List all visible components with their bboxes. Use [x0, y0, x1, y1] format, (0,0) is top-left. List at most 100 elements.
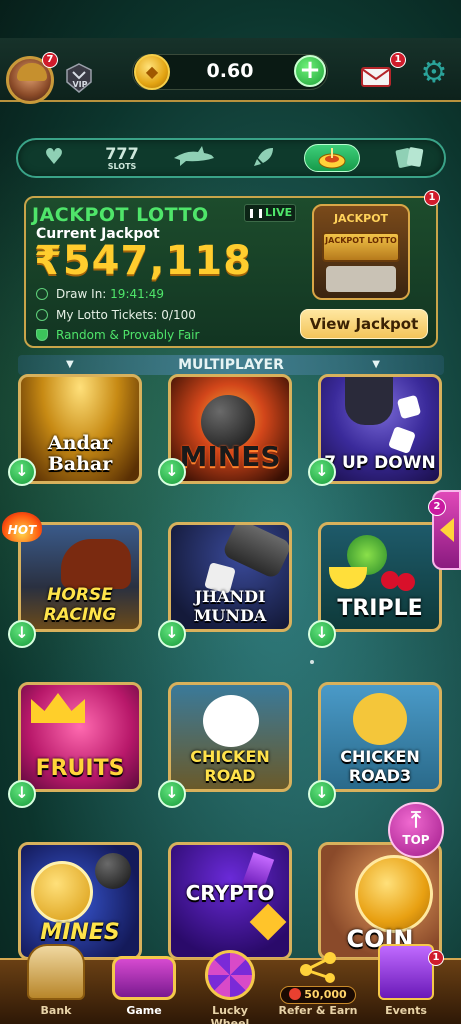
slot-machine-icon: [112, 956, 176, 1000]
game-title: 7 UP DOWN: [324, 453, 436, 473]
jackpot-machine-image: JACKPOT JACKPOT LOTTO: [312, 204, 410, 300]
cherry-icon: [397, 573, 415, 591]
chicken-icon: [203, 695, 259, 747]
game-title-line1: CHICKEN: [190, 747, 270, 766]
game-title: MINES: [179, 440, 281, 473]
nav-label: Refer & Earn: [278, 1004, 358, 1017]
download-icon[interactable]: ↓: [308, 458, 336, 486]
game-title-line1: CHICKEN: [340, 747, 420, 766]
tickets-row: My Lotto Tickets: 0/100: [36, 308, 196, 322]
game-title-line2: Bahar: [47, 453, 113, 475]
crown-icon: [31, 693, 85, 723]
mail-badge: 1: [390, 52, 406, 68]
tab-roulette[interactable]: [304, 144, 360, 172]
scroll-top-button[interactable]: ⤒ TOP: [388, 802, 444, 858]
fair-row: Random & Provably Fair: [36, 328, 199, 342]
game-card-mines[interactable]: MINES: [168, 374, 292, 484]
game-card-chicken-road[interactable]: CHICKEN ROAD: [168, 682, 292, 792]
draw-time: 19:41:49: [110, 287, 165, 301]
game-card-7-up-down[interactable]: 7 UP DOWN: [318, 374, 442, 484]
download-icon[interactable]: ↓: [8, 780, 36, 808]
download-icon[interactable]: ↓: [158, 620, 186, 648]
download-icon[interactable]: ↓: [158, 780, 186, 808]
live-indicator: LIVE: [244, 204, 296, 222]
tab-shark[interactable]: [166, 144, 222, 172]
mail-icon[interactable]: [360, 60, 394, 90]
coin-icon: ◆: [134, 54, 170, 90]
fair-label: Random & Provably Fair: [56, 328, 200, 342]
vip-icon[interactable]: [64, 62, 94, 94]
game-title: CHICKEN ROAD3: [321, 747, 439, 785]
machine-top-label: JACKPOT: [333, 212, 389, 225]
dice-icon: [387, 425, 417, 455]
referral-reward-value: 50,000: [304, 988, 347, 1001]
game-card-mines-jackpot[interactable]: MINES: [18, 842, 142, 960]
nav-bank[interactable]: Bank: [18, 944, 94, 1024]
jackpot-title: JACKPOT LOTTO: [32, 204, 209, 226]
view-jackpot-button[interactable]: View Jackpot: [300, 309, 428, 339]
nav-events[interactable]: Events: [368, 944, 444, 1024]
game-card-coin[interactable]: COIN: [318, 842, 442, 960]
tickets-label: My Lotto Tickets:: [56, 308, 158, 322]
game-title: CRYPTO: [185, 881, 275, 905]
game-card-triple[interactable]: TRIPLE: [318, 522, 442, 632]
referral-reward-pill: 50,000: [280, 986, 356, 1004]
game-title-line2: ROAD3: [348, 766, 412, 785]
nav-label: Events: [385, 1004, 427, 1017]
download-icon[interactable]: ↓: [8, 458, 36, 486]
coin-icon: [355, 855, 433, 933]
nav-lucky-wheel[interactable]: Lucky Wheel: [192, 950, 268, 1024]
nav-label: Lucky Wheel: [210, 1004, 250, 1024]
game-card-jhandi-munda[interactable]: JHANDI MUNDA: [168, 522, 292, 632]
jackpot-amount: ₹547,118: [34, 238, 253, 284]
game-title: FRUITS: [35, 756, 125, 781]
bank-icon: [27, 944, 85, 1000]
jackpot-badge: 1: [424, 190, 440, 206]
game-card-fruits[interactable]: FRUITS: [18, 682, 142, 792]
shield-check-icon: [36, 329, 48, 341]
gear-icon[interactable]: ⚙: [418, 58, 450, 90]
game-title-line1: Andar: [47, 432, 113, 454]
star-coin-icon: [31, 861, 93, 923]
machine-base: [326, 266, 396, 292]
dice-icon: [396, 394, 422, 420]
tab-slots[interactable]: 777 SLOTS: [94, 144, 150, 172]
machine-screen-label: JACKPOT LOTTO: [322, 232, 400, 262]
game-card-andar-bahar[interactable]: Andar Bahar: [18, 374, 142, 484]
tab-crash[interactable]: [236, 144, 292, 172]
rocket-icon: [254, 148, 273, 166]
add-funds-button[interactable]: +: [294, 55, 326, 87]
game-title: TRIPLE: [337, 596, 423, 621]
clock-icon: [36, 288, 48, 300]
tickets-value: 0/100: [161, 308, 196, 322]
side-tab-badge: 2: [428, 498, 446, 516]
tab-favorites[interactable]: ♥: [26, 144, 82, 172]
section-title: MULTIPLAYER: [178, 357, 284, 373]
wheel-icon: [205, 950, 255, 1000]
game-card-chicken-road-3[interactable]: CHICKEN ROAD3: [318, 682, 442, 792]
coin-icon: [289, 988, 302, 1000]
hot-badge: HOT: [2, 512, 42, 542]
events-badge: 1: [428, 950, 444, 966]
avatar-badge: 7: [42, 52, 58, 68]
gem-icon: [249, 903, 287, 941]
download-icon[interactable]: ↓: [158, 458, 186, 486]
top-label: TOP: [402, 833, 430, 847]
cards-icon: [395, 147, 424, 168]
balance-value: 0.60: [206, 60, 254, 82]
game-title-line1: JHANDI: [194, 587, 266, 606]
live-bars-icon: [250, 209, 262, 218]
scroll-indicator: [310, 660, 314, 664]
tab-cards[interactable]: [382, 144, 438, 172]
game-title-line2: MUNDA: [193, 606, 267, 625]
shark-icon: [174, 146, 214, 166]
game-title-line2: ROAD: [204, 766, 256, 785]
game-card-crypto[interactable]: CRYPTO: [168, 842, 292, 960]
horse-icon: [61, 539, 131, 589]
nav-game[interactable]: Game: [106, 956, 182, 1024]
download-icon[interactable]: ↓: [308, 620, 336, 648]
slots-777-icon: 777: [105, 144, 139, 163]
banana-icon: [329, 567, 367, 589]
download-icon[interactable]: ↓: [8, 620, 36, 648]
download-icon[interactable]: ↓: [308, 780, 336, 808]
